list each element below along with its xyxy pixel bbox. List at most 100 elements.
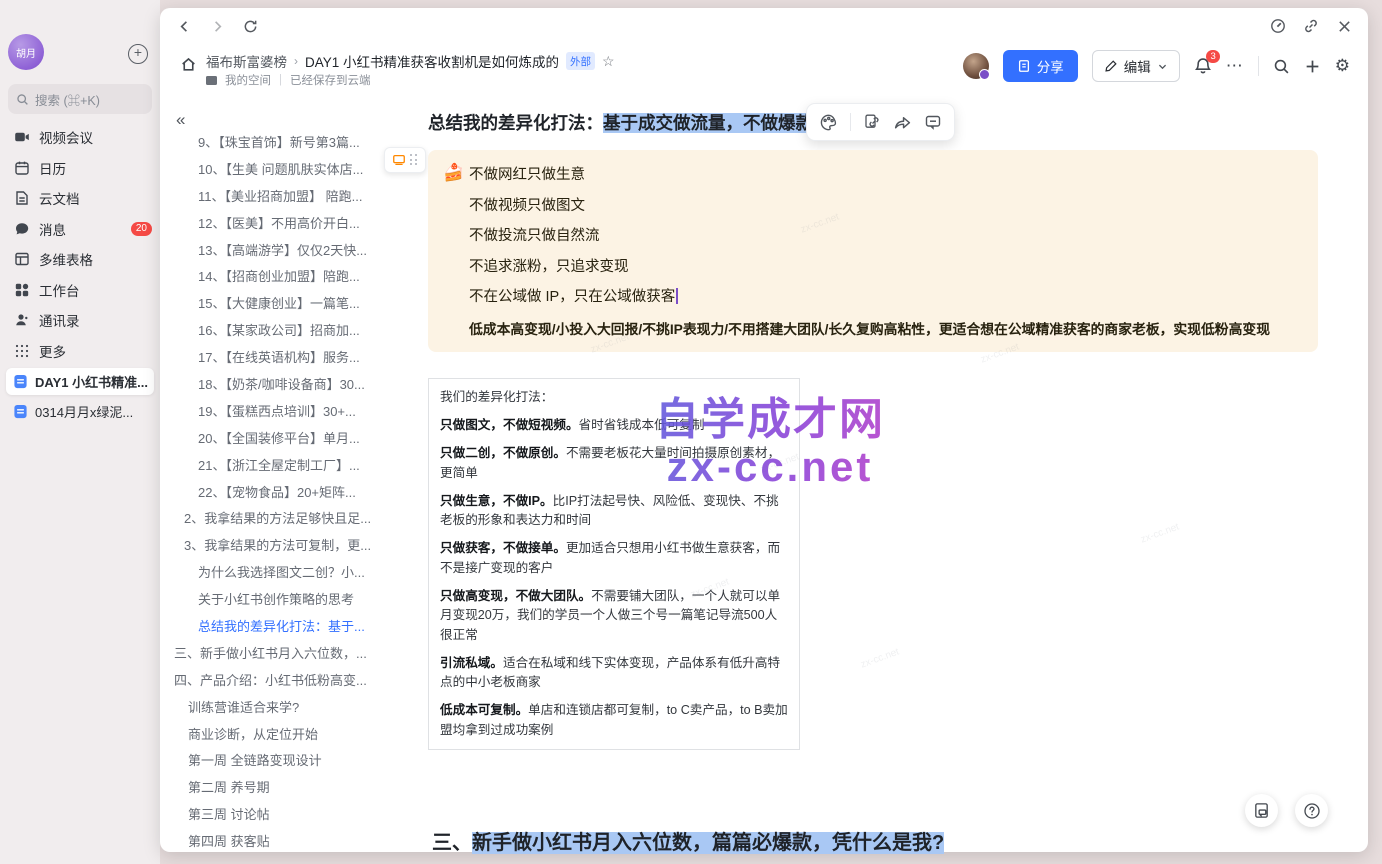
home-icon[interactable]	[180, 56, 197, 73]
forward-icon[interactable]	[207, 16, 227, 36]
back-icon[interactable]	[174, 16, 194, 36]
share-forward-icon[interactable]	[893, 113, 912, 132]
calendar-icon	[14, 160, 30, 176]
toc-item[interactable]: 第一周 全链路变现设计	[164, 748, 416, 775]
plus-icon[interactable]	[1304, 58, 1321, 75]
text-style-icon[interactable]	[819, 113, 838, 132]
toc-item[interactable]: 17、【在线英语机构】服务...	[164, 345, 416, 372]
toc-item[interactable]: 第四周 获客贴	[164, 829, 416, 856]
copy-link-icon[interactable]	[1301, 16, 1321, 36]
toc-item[interactable]: 第二周 养号期	[164, 775, 416, 802]
callout-bold-line: 低成本高变现/小投入大回报/不挑IP表现力/不用搭建大团队/长久复购高粘性，更适…	[469, 318, 1306, 338]
sidebar-item-消息[interactable]: 消息20	[0, 214, 160, 245]
refresh-icon[interactable]	[240, 16, 260, 36]
sidebar-nav: 视频会议日历云文档消息20多维表格工作台通讯录更多	[0, 122, 160, 366]
toc-item[interactable]: 10、【生美 问题肌肤实体店...	[164, 157, 416, 184]
toc-item[interactable]: 19、【蛋糕西点培训】30+...	[164, 399, 416, 426]
toc-item[interactable]: 22、【宠物食品】20+矩阵...	[164, 480, 416, 507]
faint-watermark: zx-cc.net	[1139, 521, 1180, 545]
workbench-icon	[14, 282, 30, 298]
sidebar-item-视频会议[interactable]: 视频会议	[0, 122, 160, 153]
toc-item[interactable]: 四、产品介绍：小红书低粉高变...	[164, 668, 416, 695]
toc-item[interactable]: 9、【珠宝首饰】新号第3篇...	[164, 130, 416, 157]
space-label[interactable]: 我的空间	[225, 72, 271, 88]
collapse-panel-icon[interactable]: «	[176, 110, 185, 130]
breadcrumb-root[interactable]: 福布斯富婆榜	[206, 51, 287, 71]
comment-icon[interactable]	[924, 113, 942, 131]
section-heading-2[interactable]: 三、新手做小红书月入六位数，篇篇必爆款，凭什么是我?	[432, 826, 1332, 855]
selection-toolbar	[806, 103, 955, 141]
settings-icon[interactable]: ⚙	[1335, 56, 1350, 76]
toc-item[interactable]: 3、我拿结果的方法可复制，更...	[164, 533, 416, 560]
share-button[interactable]: 分享	[1003, 50, 1078, 82]
external-badge: 外部	[566, 52, 595, 70]
toc-item[interactable]: 15、【大健康创业】一篇笔...	[164, 291, 416, 318]
block-handle[interactable]	[384, 147, 426, 173]
toc-item[interactable]: 商业诊断，从定位开始	[164, 722, 416, 749]
docs-icon	[14, 190, 30, 206]
sidebar-doc-item[interactable]: 0314月月x绿泥...	[6, 398, 154, 425]
doc-icon	[13, 404, 28, 419]
sidebar-item-更多[interactable]: 更多	[0, 336, 160, 367]
doc-feedback-button[interactable]	[1245, 794, 1278, 827]
unread-badge: 20	[131, 222, 152, 236]
toc-item[interactable]: 13、【高端游学】仅仅2天快...	[164, 238, 416, 265]
toc-item[interactable]: 总结我的差异化打法：基于...	[164, 614, 416, 641]
bell-badge: 3	[1206, 50, 1219, 63]
contacts-icon	[14, 312, 30, 328]
image-title: 我们的差异化打法：	[440, 388, 788, 408]
text-cursor	[676, 288, 678, 304]
search-placeholder: 搜索 (⌘+K)	[35, 90, 100, 109]
toc-item[interactable]: 关于小红书创作策略的思考	[164, 587, 416, 614]
toc-item[interactable]: 12、【医美】不用高价开白...	[164, 211, 416, 238]
cake-emoji-icon: 🍰	[443, 163, 464, 183]
doc-comment-icon	[1253, 802, 1270, 819]
drag-handle-icon[interactable]	[410, 154, 418, 166]
space-icon	[206, 76, 217, 85]
add-icon[interactable]: +	[128, 44, 148, 64]
help-button[interactable]	[1295, 794, 1328, 827]
edit-button[interactable]: 编辑	[1092, 50, 1180, 82]
toc-item[interactable]: 16、【某家政公司】招商加...	[164, 318, 416, 345]
toc-item[interactable]: 第三周 讨论帖	[164, 802, 416, 829]
toc-item[interactable]: 14、【招商创业加盟】陪跑...	[164, 264, 416, 291]
breadcrumb-title[interactable]: DAY1 小红书精准获客收割机是如何炼成的	[305, 51, 559, 71]
notifications-button[interactable]: 3	[1194, 57, 1212, 75]
image-block[interactable]: 我们的差异化打法： 只做图文，不做短视频。省时省钱成本低可复制只做二创，不做原创…	[428, 378, 800, 750]
sidebar-item-工作台[interactable]: 工作台	[0, 275, 160, 306]
sidebar-item-日历[interactable]: 日历	[0, 153, 160, 184]
toc-item[interactable]: 训练营谁适合来学?	[164, 695, 416, 722]
sidebar-item-云文档[interactable]: 云文档	[0, 183, 160, 214]
callout-line: 不做投流只做自然流	[469, 224, 600, 245]
copy-link-icon[interactable]	[863, 113, 881, 131]
sidebar-recent-docs: DAY1 小红书精准... 0314月月x绿泥...	[6, 368, 154, 428]
callout-block[interactable]: 🍰 不做网红只做生意不做视频只做图文不做投流只做自然流不追求涨粉，只追求变现不在…	[428, 150, 1318, 352]
toc-item[interactable]: 21、【浙江全屋定制工厂】...	[164, 453, 416, 480]
base-icon	[14, 251, 30, 267]
sidebar-doc-item[interactable]: DAY1 小红书精准...	[6, 368, 154, 395]
toc-item[interactable]: 18、【奶茶/咖啡设备商】30...	[164, 372, 416, 399]
app-sidebar: 胡月 + 搜索 (⌘+K) 视频会议日历云文档消息20多维表格工作台通讯录更多 …	[0, 0, 160, 864]
heading-highlight: 基于成交做流量，不做爆款	[603, 113, 813, 133]
chevron-down-icon	[1157, 61, 1168, 72]
search-input[interactable]: 搜索 (⌘+K)	[8, 84, 152, 114]
image-text-line: 只做获客，不做接单。更加适合只想用小红书做生意获客，而不是接广变现的客户	[440, 539, 788, 578]
sidebar-item-通讯录[interactable]: 通讯录	[0, 305, 160, 336]
toc-item[interactable]: 三、新手做小红书月入六位数，...	[164, 641, 416, 668]
star-icon[interactable]: ☆	[602, 53, 615, 70]
sidebar-item-多维表格[interactable]: 多维表格	[0, 244, 160, 275]
toc-item[interactable]: 20、【全国装修平台】单月...	[164, 426, 416, 453]
user-avatar[interactable]: 胡月	[8, 34, 44, 70]
collaborator-avatar[interactable]	[963, 53, 989, 79]
close-icon[interactable]	[1334, 16, 1354, 36]
toc-item[interactable]: 2、我拿结果的方法足够快且足...	[164, 506, 416, 533]
callout-line: 不做视频只做图文	[469, 194, 585, 215]
performance-icon[interactable]	[1268, 16, 1288, 36]
toc-item[interactable]: 11、【美业招商加盟】 陪跑...	[164, 184, 416, 211]
search-icon[interactable]	[1273, 58, 1290, 75]
more-dots-icon[interactable]: ⋯	[1226, 56, 1244, 76]
doc-icon	[13, 374, 28, 389]
image-text-line: 只做生意，不做IP。比IP打法起号快、风险低、变现快、不挑老板的形象和表达力和时…	[440, 492, 788, 531]
heading2-highlight: 新手做小红书月入六位数，篇篇必爆款，凭什么是我?	[472, 832, 944, 854]
toc-item[interactable]: 为什么我选择图文二创？小...	[164, 560, 416, 587]
